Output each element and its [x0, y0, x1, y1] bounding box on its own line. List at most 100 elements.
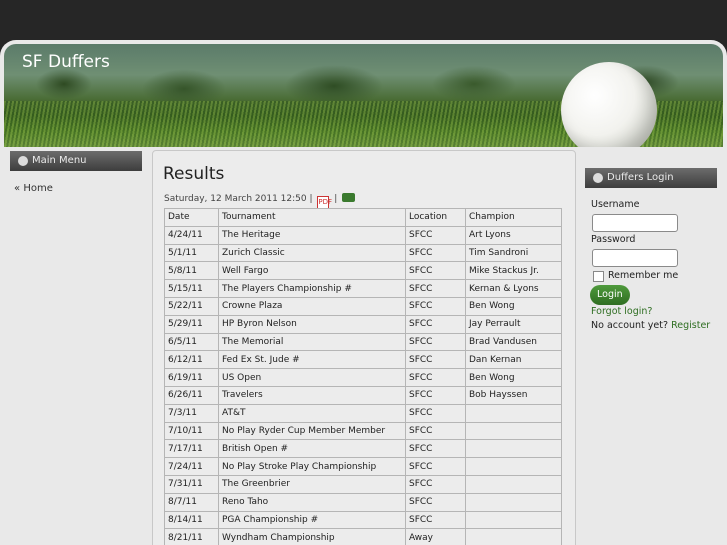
cell-tournament: Well Fargo: [218, 261, 406, 281]
cell-date: 4/24/11: [164, 225, 219, 245]
cell-champion: Brad Vandusen: [465, 332, 562, 352]
cell-tournament: Crowne Plaza: [218, 296, 406, 316]
cell-tournament: AT&T: [218, 403, 406, 423]
table-header-row: Date Tournament Location Champion: [164, 208, 562, 227]
bullet-icon: [18, 156, 28, 166]
print-icon[interactable]: [342, 193, 356, 202]
cell-champion: Bob Hayssen: [465, 385, 562, 405]
header-banner: SF Duffers: [4, 44, 723, 147]
table-row: 5/15/11 The Players Championship # SFCC Ker…: [164, 279, 562, 298]
username-input[interactable]: [592, 214, 678, 232]
main-menu-header: Main Menu: [10, 151, 142, 171]
cell-location: SFCC: [405, 403, 466, 423]
cell-date: 8/7/11: [164, 492, 219, 512]
article-date: Saturday, 12 March 2011 12:50: [164, 194, 307, 204]
article-meta: Saturday, 12 March 2011 12:50 | PDF |: [164, 193, 356, 209]
cell-champion: [465, 474, 562, 494]
login-module-header: Duffers Login: [585, 168, 717, 188]
cell-location: SFCC: [405, 243, 466, 263]
cell-date: 8/14/11: [164, 510, 219, 530]
cell-date: 7/24/11: [164, 457, 219, 476]
cell-date: 7/31/11: [164, 474, 219, 494]
table-row: 8/7/11 Reno Taho SFCC: [164, 492, 562, 512]
username-label: Username: [591, 199, 640, 210]
table-row: 7/24/11 No Play Stroke Play Championship S…: [164, 457, 562, 476]
cell-location: Away: [405, 528, 466, 545]
cell-tournament: HP Byron Nelson: [218, 314, 406, 334]
register-link[interactable]: Register: [671, 320, 710, 331]
table-row: 5/8/11 Well Fargo SFCC Mike Stackus Jr.: [164, 261, 562, 281]
cell-champion: Tim Sandroni: [465, 243, 562, 263]
cell-tournament: The Players Championship #: [218, 279, 406, 298]
cell-champion: [465, 439, 562, 459]
cell-champion: Ben Wong: [465, 296, 562, 316]
cell-date: 6/5/11: [164, 332, 219, 352]
cell-date: 5/1/11: [164, 243, 219, 263]
cell-location: SFCC: [405, 510, 466, 530]
results-table: Date Tournament Location Champion 4/24/1…: [164, 208, 562, 545]
table-row: 5/22/11 Crowne Plaza SFCC Ben Wong: [164, 296, 562, 316]
cell-champion: Dan Kernan: [465, 350, 562, 370]
cell-champion: Jay Perrault: [465, 314, 562, 334]
menu-item-label: Home: [23, 183, 53, 194]
cell-location: SFCC: [405, 385, 466, 405]
table-row: 5/1/11 Zurich Classic SFCC Tim Sandroni: [164, 243, 562, 263]
page-container: SF Duffers Main Menu « Home Results Satu…: [0, 40, 727, 545]
cell-champion: [465, 492, 562, 512]
cell-tournament: The Memorial: [218, 332, 406, 352]
results-table-body: 4/24/11 The Heritage SFCC Art Lyons 5/1/11 Zu…: [164, 225, 562, 545]
remember-me-label: Remember me: [608, 270, 679, 281]
login-module-title: Duffers Login: [607, 172, 674, 183]
site-title[interactable]: SF Duffers: [22, 52, 110, 72]
table-row: 7/3/11 AT&T SFCC: [164, 403, 562, 423]
table-row: 7/10/11 No Play Ryder Cup Member Member SF…: [164, 421, 562, 441]
table-row: 6/26/11 Travelers SFCC Bob Hayssen: [164, 385, 562, 405]
cell-location: SFCC: [405, 474, 466, 494]
forgot-login-link[interactable]: Forgot login?: [591, 306, 652, 317]
cell-tournament: The Heritage: [218, 225, 406, 245]
cell-location: SFCC: [405, 296, 466, 316]
cell-tournament: No Play Stroke Play Championship: [218, 457, 406, 476]
cell-date: 5/8/11: [164, 261, 219, 281]
cell-champion: Mike Stackus Jr.: [465, 261, 562, 281]
cell-date: 5/15/11: [164, 279, 219, 298]
cell-tournament: PGA Championship #: [218, 510, 406, 530]
menu-item-home[interactable]: « Home: [14, 183, 53, 194]
table-row: 6/19/11 US Open SFCC Ben Wong: [164, 368, 562, 387]
main-menu-title: Main Menu: [32, 155, 87, 166]
golf-ball-image: [561, 62, 657, 147]
column-header-champion: Champion: [465, 208, 562, 227]
cell-location: SFCC: [405, 421, 466, 441]
cell-tournament: British Open #: [218, 439, 406, 459]
cell-champion: Ben Wong: [465, 368, 562, 387]
remember-me-checkbox[interactable]: [593, 271, 604, 282]
cell-tournament: US Open: [218, 368, 406, 387]
cell-champion: [465, 528, 562, 545]
bullet-icon: [593, 173, 603, 183]
cell-location: SFCC: [405, 314, 466, 334]
cell-location: SFCC: [405, 261, 466, 281]
cell-tournament: Zurich Classic: [218, 243, 406, 263]
cell-location: SFCC: [405, 279, 466, 298]
password-label: Password: [591, 234, 636, 245]
column-header-location: Location: [405, 208, 466, 227]
cell-location: SFCC: [405, 439, 466, 459]
cell-champion: [465, 403, 562, 423]
cell-champion: Kernan & Lyons: [465, 279, 562, 298]
password-input[interactable]: [592, 249, 678, 267]
table-row: 6/5/11 The Memorial SFCC Brad Vandusen: [164, 332, 562, 352]
table-row: 7/31/11 The Greenbrier SFCC: [164, 474, 562, 494]
cell-date: 7/3/11: [164, 403, 219, 423]
cell-tournament: No Play Ryder Cup Member Member: [218, 421, 406, 441]
cell-tournament: Fed Ex St. Jude #: [218, 350, 406, 370]
cell-date: 5/22/11: [164, 296, 219, 316]
login-button[interactable]: Login: [590, 285, 630, 305]
chevron-left-double-icon: «: [14, 183, 21, 194]
cell-location: SFCC: [405, 350, 466, 370]
table-row: 5/29/11 HP Byron Nelson SFCC Jay Perrault: [164, 314, 562, 334]
cell-champion: Art Lyons: [465, 225, 562, 245]
cell-date: 6/26/11: [164, 385, 219, 405]
cell-date: 8/21/11: [164, 528, 219, 545]
table-row: 8/14/11 PGA Championship # SFCC: [164, 510, 562, 530]
column-header-date: Date: [164, 208, 219, 227]
